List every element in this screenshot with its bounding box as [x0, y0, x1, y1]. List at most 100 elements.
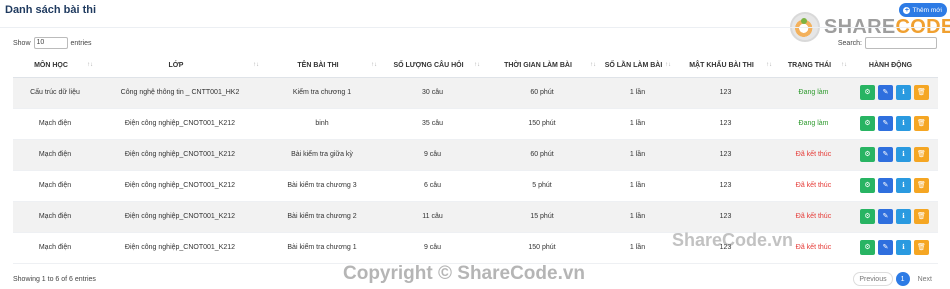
cell-attempts: 1 lần	[600, 139, 675, 171]
gear-icon: ⚙	[864, 89, 871, 96]
cell-questions: 9 câu	[381, 139, 484, 171]
info-icon: ℹ	[902, 182, 905, 189]
info-button[interactable]: ℹ	[896, 85, 911, 100]
column-header-label: SỐ LẦN LÀM BÀI	[604, 62, 663, 70]
cell-exam: Bài kiểm tra chương 3	[263, 170, 381, 202]
cell-password: 123	[675, 108, 776, 140]
edit-button[interactable]: ✎	[878, 116, 893, 131]
cell-questions: 30 câu	[381, 77, 484, 109]
sort-icon[interactable]: ↑↓	[371, 62, 377, 68]
column-header[interactable]: MÔN HỌC ↑↓	[13, 55, 97, 78]
trash-icon: 🗑	[917, 151, 926, 158]
cell-subject: Mạch điện	[13, 108, 97, 140]
next-button[interactable]: Next	[912, 272, 937, 286]
cell-actions: ⚙ ✎ ℹ 🗑	[851, 201, 938, 233]
entries-label: entries	[70, 39, 92, 47]
cell-attempts: 1 lần	[600, 108, 675, 140]
gear-button[interactable]: ⚙	[860, 240, 875, 255]
table-row: Cấu trúc dữ liệu Công nghệ thông tin _ CN…	[13, 77, 938, 109]
cell-password: 123	[675, 201, 776, 233]
trash-icon: 🗑	[917, 182, 926, 189]
gear-icon: ⚙	[864, 151, 871, 158]
cell-duration: 150 phút	[484, 232, 600, 264]
info-button[interactable]: ℹ	[896, 240, 911, 255]
cell-class: Điện công nghiệp_CNOT001_K212	[97, 108, 263, 140]
trash-button[interactable]: 🗑	[914, 85, 929, 100]
cell-exam: Bài kiểm tra chương 1	[263, 232, 381, 264]
page-1-button[interactable]: 1	[895, 272, 910, 286]
trash-icon: 🗑	[917, 120, 926, 127]
edit-icon: ✎	[882, 89, 889, 96]
column-header[interactable]: SỐ LẦN LÀM BÀI ↑↓	[600, 55, 675, 78]
trash-button[interactable]: 🗑	[914, 116, 929, 131]
sort-icon[interactable]: ↑↓	[253, 62, 259, 68]
trash-button[interactable]: 🗑	[914, 147, 929, 162]
cell-actions: ⚙ ✎ ℹ 🗑	[851, 77, 938, 109]
cell-class: Điện công nghiệp_CNOT001_K212	[97, 232, 263, 264]
edit-button[interactable]: ✎	[878, 209, 893, 224]
cell-actions: ⚙ ✎ ℹ 🗑	[851, 232, 938, 264]
sort-icon[interactable]: ↑↓	[590, 62, 596, 68]
cell-duration: 150 phút	[484, 108, 600, 140]
cell-class: Công nghệ thông tin _ CNTT001_HK2	[97, 77, 263, 109]
trash-button[interactable]: 🗑	[914, 240, 929, 255]
trash-icon: 🗑	[917, 89, 926, 96]
edit-icon: ✎	[882, 151, 889, 158]
cell-actions: ⚙ ✎ ℹ 🗑	[851, 108, 938, 140]
cell-actions: ⚙ ✎ ℹ 🗑	[851, 139, 938, 171]
info-icon: ℹ	[902, 244, 905, 251]
sort-icon[interactable]: ↑↓	[474, 62, 480, 68]
gear-button[interactable]: ⚙	[860, 85, 875, 100]
gear-button[interactable]: ⚙	[860, 209, 875, 224]
column-header[interactable]: LỚP ↑↓	[97, 55, 263, 78]
cell-class: Điện công nghiệp_CNOT001_K212	[97, 170, 263, 202]
column-header-label: MẬT KHẨU BÀI THI	[689, 62, 754, 70]
page-length-control: Show 10 entries	[13, 37, 92, 49]
cell-attempts: 1 lần	[600, 201, 675, 233]
previous-button[interactable]: Previous	[853, 272, 893, 286]
search-input[interactable]	[865, 37, 937, 49]
edit-button[interactable]: ✎	[878, 240, 893, 255]
info-button[interactable]: ℹ	[896, 209, 911, 224]
sort-icon[interactable]: ↑↓	[87, 62, 93, 68]
cell-password: 123	[675, 170, 776, 202]
cell-class: Điện công nghiệp_CNOT001_K212	[97, 201, 263, 233]
page-length-select[interactable]: 10	[33, 37, 68, 49]
cell-subject: Mạch điện	[13, 201, 97, 233]
info-icon: ℹ	[902, 151, 905, 158]
edit-button[interactable]: ✎	[878, 178, 893, 193]
edit-button[interactable]: ✎	[878, 147, 893, 162]
gear-button[interactable]: ⚙	[860, 116, 875, 131]
info-button[interactable]: ℹ	[896, 116, 911, 131]
column-header-label: LỚP	[168, 62, 184, 70]
cell-status: Đã kết thúc	[776, 170, 851, 202]
sort-icon[interactable]: ↑↓	[665, 62, 671, 68]
cell-subject: Mạch điện	[13, 170, 97, 202]
info-button[interactable]: ℹ	[896, 147, 911, 162]
cell-password: 123	[675, 139, 776, 171]
column-header[interactable]: MẬT KHẨU BÀI THI ↑↓	[675, 55, 776, 78]
search-label: Search:	[837, 39, 862, 47]
column-header[interactable]: THỜI GIAN LÀM BÀI ↑↓	[484, 55, 600, 78]
column-header-label: HÀNH ĐỘNG	[868, 62, 913, 70]
cell-status: Đang làm	[776, 77, 851, 109]
gear-icon: ⚙	[864, 182, 871, 189]
gear-button[interactable]: ⚙	[860, 178, 875, 193]
cell-exam: binh	[263, 108, 381, 140]
column-header[interactable]: SỐ LƯỢNG CÂU HỎI ↑↓	[381, 55, 484, 78]
column-header[interactable]: TRẠNG THÁI ↑↓	[776, 55, 851, 78]
table-row: Mạch điện Điện công nghiệp_CNOT001_K212 Bà…	[13, 232, 938, 264]
table-row: Mạch điện Điện công nghiệp_CNOT001_K212 Bà…	[13, 201, 938, 233]
cell-duration: 60 phút	[484, 139, 600, 171]
edit-button[interactable]: ✎	[878, 85, 893, 100]
sort-icon[interactable]: ↑↓	[841, 62, 847, 68]
edit-icon: ✎	[882, 182, 889, 189]
info-button[interactable]: ℹ	[896, 178, 911, 193]
edit-icon: ✎	[882, 244, 889, 251]
column-header[interactable]: TÊN BÀI THI ↑↓	[263, 55, 381, 78]
show-label: Show	[13, 39, 31, 47]
trash-button[interactable]: 🗑	[914, 178, 929, 193]
sort-icon[interactable]: ↑↓	[766, 62, 772, 68]
trash-button[interactable]: 🗑	[914, 209, 929, 224]
gear-button[interactable]: ⚙	[860, 147, 875, 162]
